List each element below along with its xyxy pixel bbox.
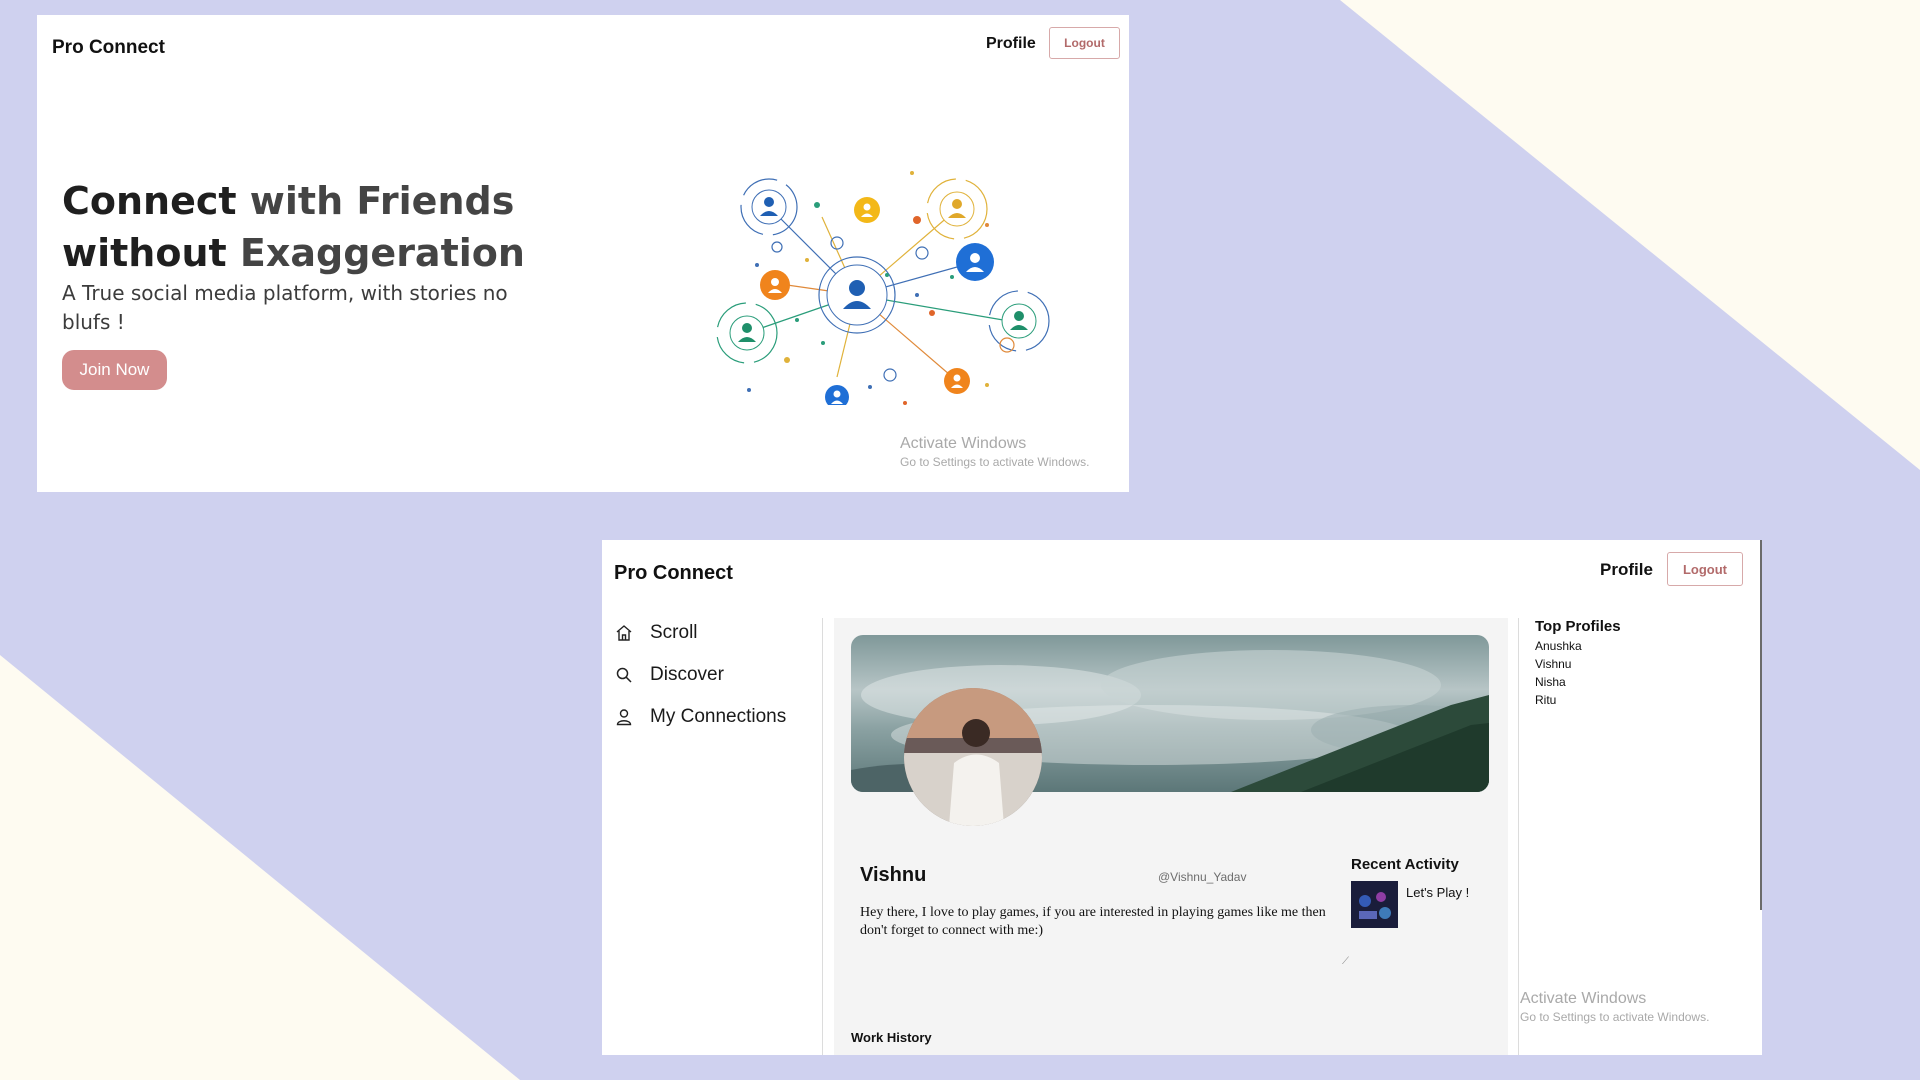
activate-windows-watermark: Activate Windows Go to Settings to activ… xyxy=(1520,990,1709,1024)
sidebar-item-label: My Connections xyxy=(650,706,787,727)
brand-logo-text[interactable]: Pro Connect xyxy=(614,562,733,585)
right-panel-divider xyxy=(1518,618,1519,1055)
hero-subtitle: A True social media platform, with stori… xyxy=(62,281,508,334)
watermark-subtitle: Go to Settings to activate Windows. xyxy=(900,455,1090,469)
profile-name: Vishnu xyxy=(860,864,927,886)
sidebar-item-discover[interactable]: Discover xyxy=(614,654,814,696)
hero-title-part: with Friends xyxy=(249,179,515,223)
user-icon xyxy=(614,707,634,727)
nav-profile-link[interactable]: Profile xyxy=(1600,560,1653,580)
profile-panel: Vishnu @Vishnu_Yadav Hey there, I love t… xyxy=(834,618,1508,1055)
home-icon xyxy=(614,623,634,643)
profile-bio[interactable]: Hey there, I love to play games, if you … xyxy=(860,904,1340,940)
hero-title-part: Exaggeration xyxy=(239,231,525,275)
top-profile-item[interactable]: Vishnu xyxy=(1535,655,1621,673)
top-profile-item[interactable]: Anushka xyxy=(1535,637,1621,655)
background-corner-bottom-left xyxy=(0,655,520,1080)
recent-activity-thumbnail[interactable] xyxy=(1351,881,1398,928)
profile-page-screenshot: Pro Connect Profile Logout Scroll Discov… xyxy=(602,540,1762,1055)
logout-button[interactable]: Logout xyxy=(1049,27,1120,59)
sidebar-nav: Scroll Discover My Connections xyxy=(614,612,814,738)
sidebar-item-label: Discover xyxy=(650,664,724,685)
activate-windows-watermark: Activate Windows Go to Settings to activ… xyxy=(900,435,1089,469)
recent-activity-text[interactable]: Let's Play ! xyxy=(1406,884,1474,901)
work-history-title: Work History xyxy=(851,1030,932,1045)
top-profile-item[interactable]: Ritu xyxy=(1535,691,1621,709)
search-icon xyxy=(614,665,634,685)
landing-page-screenshot: Pro Connect Profile Logout Connect with … xyxy=(37,15,1129,492)
avatar-photo xyxy=(904,688,1042,826)
sidebar-item-my-connections[interactable]: My Connections xyxy=(614,696,814,738)
recent-activity-title: Recent Activity xyxy=(1351,856,1459,873)
background-corner-top-right xyxy=(1340,0,1920,470)
profile-avatar[interactable] xyxy=(904,688,1042,826)
join-now-button[interactable]: Join Now xyxy=(62,350,167,390)
watermark-subtitle: Go to Settings to activate Windows. xyxy=(1520,1010,1710,1024)
top-profile-item[interactable]: Nisha xyxy=(1535,673,1621,691)
sidebar-item-label: Scroll xyxy=(650,622,698,643)
activity-image xyxy=(1351,881,1398,928)
sidebar-divider xyxy=(822,618,823,1055)
hero-title: Connect with Friends without Exaggeration xyxy=(62,175,582,279)
watermark-title: Activate Windows xyxy=(900,435,1027,452)
scrollbar[interactable] xyxy=(1760,540,1762,910)
nav-profile-link[interactable]: Profile xyxy=(986,35,1036,53)
logout-button[interactable]: Logout xyxy=(1667,552,1743,586)
sidebar-item-scroll[interactable]: Scroll xyxy=(614,612,814,654)
hero-title-part: without xyxy=(62,231,240,275)
textarea-resize-handle[interactable]: ⟋ xyxy=(1342,956,1349,967)
brand-logo-text[interactable]: Pro Connect xyxy=(52,37,165,59)
hero-title-part: Connect xyxy=(62,179,250,223)
top-profiles-title: Top Profiles xyxy=(1535,618,1621,635)
watermark-title: Activate Windows xyxy=(1520,990,1647,1007)
network-illustration xyxy=(716,171,1050,405)
profile-handle: @Vishnu_Yadav xyxy=(1158,870,1247,884)
top-profiles-panel: Top Profiles Anushka Vishnu Nisha Ritu xyxy=(1535,618,1621,709)
